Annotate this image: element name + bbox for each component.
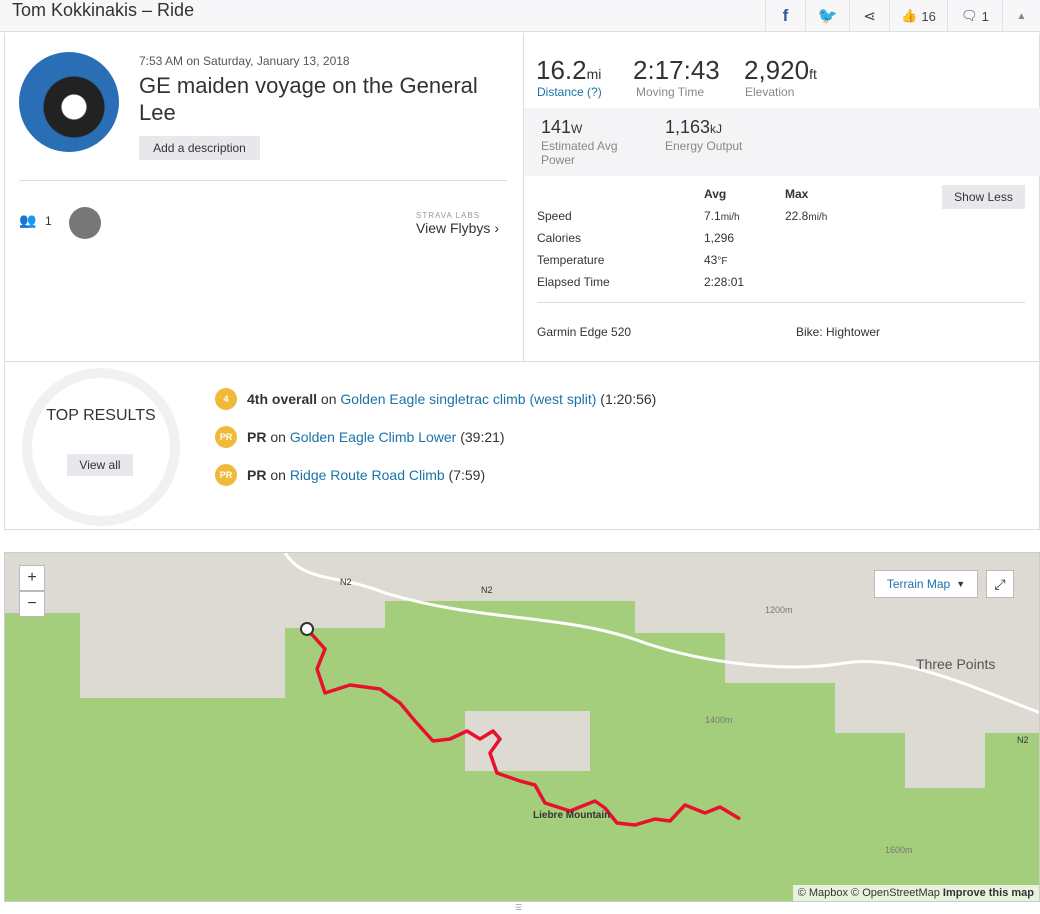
thumbs-up-icon: 👍 xyxy=(901,8,918,23)
share-icon[interactable]: ⋖ xyxy=(849,0,889,32)
view-flybys-link[interactable]: View Flybys › xyxy=(416,220,499,236)
map-terrain: Three Points Liebre Mountain N2 N2 N2 12… xyxy=(5,553,1039,901)
athlete-count: 1 xyxy=(45,214,52,228)
segment-link[interactable]: Golden Eagle singletrac climb (west spli… xyxy=(340,391,596,407)
elevation-label: Elevation xyxy=(745,85,795,99)
road-label: N2 xyxy=(340,577,352,587)
laurel-icon xyxy=(22,368,180,526)
elevation-label: 1600m xyxy=(885,845,913,855)
max-header: Max xyxy=(785,187,809,201)
road-label: N2 xyxy=(481,585,493,595)
stat-row-avg: 2:28:01 xyxy=(704,275,745,289)
fullscreen-icon[interactable]: ⤢ xyxy=(986,570,1014,598)
strava-labs-label: STRAVA LABS xyxy=(416,211,481,220)
map-layer-dropdown[interactable]: Terrain Map ▼ xyxy=(874,570,978,598)
result-item: PR on Ridge Route Road Climb (7:59) xyxy=(247,467,486,483)
bike-name: Bike: Hightower xyxy=(796,325,881,339)
device-name: Garmin Edge 520 xyxy=(537,325,632,339)
start-flag-icon xyxy=(300,622,314,636)
energy-label: Energy Output xyxy=(665,139,743,153)
trophy-icon: 4 xyxy=(215,388,237,410)
result-item: PR on Golden Eagle Climb Lower (39:21) xyxy=(247,429,505,445)
collapse-icon[interactable]: ▲ xyxy=(1002,0,1040,32)
athlete-avatar[interactable] xyxy=(19,52,119,152)
distance-label[interactable]: Distance (?) xyxy=(537,85,602,99)
map-attribution[interactable]: © Mapbox © OpenStreetMap Improve this ma… xyxy=(792,885,1039,901)
top-bar: Tom Kokkinakis – Ride f 🐦 ⋖ 👍 16 🗨 1 ▲ xyxy=(0,0,1040,32)
stat-row-label: Temperature xyxy=(537,253,605,267)
zoom-out-button[interactable]: − xyxy=(19,591,45,617)
stat-row-label: Elapsed Time xyxy=(537,275,610,289)
twitter-share-icon[interactable]: 🐦 xyxy=(805,0,849,32)
avg-header: Avg xyxy=(704,187,727,201)
show-less-button[interactable]: Show Less xyxy=(942,185,1025,209)
three-points-label: Three Points xyxy=(916,656,995,672)
improve-map-link: Improve this map xyxy=(942,887,1034,899)
stat-row-label: Calories xyxy=(537,231,582,245)
pr-medal-icon: PR xyxy=(215,464,237,486)
zoom-in-button[interactable]: + xyxy=(19,565,45,591)
energy-value: 1,163kJ xyxy=(665,117,723,137)
stat-row-label: Speed xyxy=(537,209,572,223)
elevation-label: 1200m xyxy=(765,605,793,615)
add-description-button[interactable]: Add a description xyxy=(139,136,260,160)
stat-row-avg: 43°F xyxy=(704,253,728,267)
road-label: N2 xyxy=(1017,735,1029,745)
power-value: 141W xyxy=(541,117,583,137)
moving-time-label: Moving Time xyxy=(636,85,705,99)
power-label: Estimated Avg Power xyxy=(541,139,618,167)
stat-row-avg: 1,296 xyxy=(704,231,735,245)
view-all-button[interactable]: View all xyxy=(67,454,133,476)
moving-time-value: 2:17:43 xyxy=(633,55,720,85)
facebook-share-icon[interactable]: f xyxy=(765,0,805,32)
top-results-title: TOP RESULTS xyxy=(46,407,156,424)
result-item: 4th overall on Golden Eagle singletrac c… xyxy=(247,391,657,407)
segment-link[interactable]: Ridge Route Road Climb xyxy=(290,467,445,483)
stat-row-max: 22.8mi/h xyxy=(785,209,828,223)
athlete-avatar-small[interactable] xyxy=(69,207,101,239)
segment-link[interactable]: Golden Eagle Climb Lower xyxy=(290,429,457,445)
comments-button[interactable]: 🗨 1 xyxy=(947,0,1002,32)
athletes-icon: 👥 xyxy=(19,212,37,228)
page-title: Tom Kokkinakis – Ride xyxy=(12,0,195,20)
caret-down-icon: ▼ xyxy=(956,579,966,589)
resize-handle-icon[interactable]: ☰ xyxy=(515,903,522,912)
route-map[interactable]: Three Points Liebre Mountain N2 N2 N2 12… xyxy=(4,552,1040,902)
elevation-value: 2,920ft xyxy=(744,55,817,85)
distance-value: 16.2mi xyxy=(536,55,602,85)
elevation-label: 1400m xyxy=(705,715,733,725)
liebre-mountain-label: Liebre Mountain xyxy=(533,810,610,821)
kudos-button[interactable]: 👍 16 xyxy=(889,0,947,32)
stat-row-avg: 7.1mi/h xyxy=(704,209,740,223)
comment-icon: 🗨 xyxy=(961,8,978,23)
pr-medal-icon: PR xyxy=(215,426,237,448)
activity-name: GE maiden voyage on the General Lee xyxy=(139,73,478,125)
activity-date: 7:53 AM on Saturday, January 13, 2018 xyxy=(139,54,350,68)
